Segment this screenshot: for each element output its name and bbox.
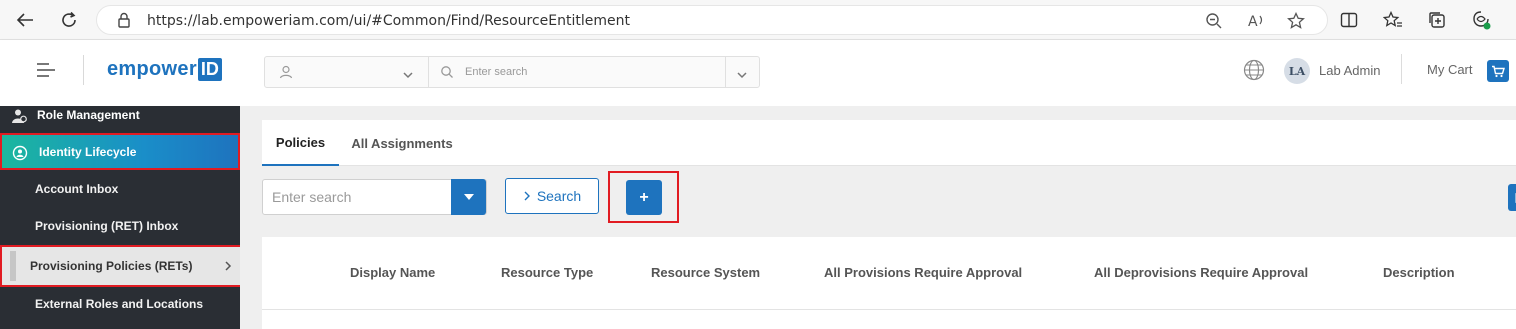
main-content: Policies All Assignments Search + Displa… <box>240 106 1516 329</box>
sidebar-item-provisioning-inbox[interactable]: Provisioning (RET) Inbox <box>0 207 240 244</box>
sidebar-item-label: Account Inbox <box>35 181 119 196</box>
column-header-deprovisions-approval[interactable]: All Deprovisions Require Approval <box>1094 265 1308 280</box>
toolbar: Search + <box>262 166 1516 238</box>
favorites-icon[interactable] <box>1380 8 1406 32</box>
reload-icon[interactable] <box>56 8 82 32</box>
address-bar[interactable]: https://lab.empoweriam.com/ui/#Common/Fi… <box>96 5 1328 35</box>
excel-export-icon[interactable] <box>1508 184 1516 211</box>
chevron-right-icon <box>524 191 530 201</box>
search-divider <box>725 57 726 87</box>
cart-icon[interactable] <box>1487 60 1509 82</box>
policies-grid: Display Name Resource Type Resource Syst… <box>262 237 1516 329</box>
search-button-label: Search <box>536 188 582 204</box>
empowerid-logo[interactable]: empower ID <box>107 58 222 81</box>
globe-icon[interactable] <box>1243 59 1265 86</box>
url-text: https://lab.empoweriam.com/ui/#Common/Fi… <box>147 13 630 29</box>
sidebar-item-label: External Roles and Locations <box>35 296 204 311</box>
browser-essentials-icon[interactable] <box>1468 8 1494 32</box>
caret-down-icon <box>463 194 474 200</box>
search-button[interactable]: Search <box>505 178 599 214</box>
global-search-input[interactable]: Enter search <box>465 66 527 78</box>
logo-box: ID <box>197 58 222 81</box>
sidebar-item-label: Role Management <box>37 108 140 122</box>
user-search-icon[interactable] <box>279 65 293 84</box>
sidebar-item-identity-lifecycle[interactable]: Identity Lifecycle <box>0 133 240 170</box>
search-divider <box>428 57 429 87</box>
identity-lifecycle-icon <box>12 145 28 164</box>
menu-icon[interactable] <box>36 62 56 83</box>
svg-text:A: A <box>1248 14 1258 30</box>
read-aloud-icon[interactable]: A <box>1247 12 1267 35</box>
sidebar-item-label: Provisioning Policies (RETs) <box>30 259 193 273</box>
favorite-star-icon[interactable] <box>1287 11 1305 35</box>
user-name[interactable]: Lab Admin <box>1319 63 1380 78</box>
column-header-display-name[interactable]: Display Name <box>350 265 435 280</box>
column-header-description[interactable]: Description <box>1383 265 1455 280</box>
global-search: Enter search <box>264 56 760 88</box>
column-header-resource-system[interactable]: Resource System <box>651 265 760 280</box>
sidebar-item-account-inbox[interactable]: Account Inbox <box>0 170 240 207</box>
tab-bar: Policies All Assignments <box>262 120 1516 166</box>
header-divider <box>1401 54 1402 84</box>
chevron-down-icon[interactable] <box>736 67 748 85</box>
policy-search <box>262 179 487 215</box>
sidebar-item-provisioning-policies[interactable]: Provisioning Policies (RETs) <box>0 245 243 287</box>
sidebar-item-role-management[interactable]: Role Management <box>0 106 240 124</box>
split-screen-icon[interactable] <box>1336 8 1362 32</box>
search-icon <box>440 65 454 84</box>
grid-header: Display Name Resource Type Resource Syst… <box>262 237 1516 310</box>
policy-search-input[interactable] <box>263 180 453 214</box>
app-header: empower ID Enter search LA Lab Admin My … <box>0 40 1516 106</box>
my-cart-label[interactable]: My Cart <box>1427 62 1473 77</box>
avatar[interactable]: LA <box>1284 58 1310 84</box>
add-button-highlight: + <box>608 171 679 223</box>
tab-all-assignments[interactable]: All Assignments <box>346 120 458 166</box>
collections-icon[interactable] <box>1424 8 1450 32</box>
chevron-right-icon <box>224 260 232 275</box>
sidebar-item-label: Identity Lifecycle <box>39 144 137 159</box>
add-button[interactable]: + <box>626 180 662 215</box>
zoom-out-icon[interactable] <box>1205 12 1223 35</box>
logo-text: empower <box>107 58 197 80</box>
sidebar-item-label: Provisioning (RET) Inbox <box>35 218 179 233</box>
active-indicator <box>10 251 16 281</box>
back-arrow-icon[interactable] <box>12 8 38 32</box>
sidebar-item-external-roles[interactable]: External Roles and Locations <box>0 285 240 322</box>
search-dropdown-button[interactable] <box>451 179 486 215</box>
lock-icon <box>117 12 131 33</box>
column-header-provisions-approval[interactable]: All Provisions Require Approval <box>824 265 1022 280</box>
role-management-icon <box>11 108 27 127</box>
column-header-resource-type[interactable]: Resource Type <box>501 265 593 280</box>
browser-toolbar: https://lab.empoweriam.com/ui/#Common/Fi… <box>0 0 1516 40</box>
tab-policies[interactable]: Policies <box>262 120 339 166</box>
header-divider <box>83 55 84 85</box>
sidebar: Role Management Identity Lifecycle Accou… <box>0 106 243 329</box>
chevron-down-icon[interactable] <box>402 67 414 85</box>
